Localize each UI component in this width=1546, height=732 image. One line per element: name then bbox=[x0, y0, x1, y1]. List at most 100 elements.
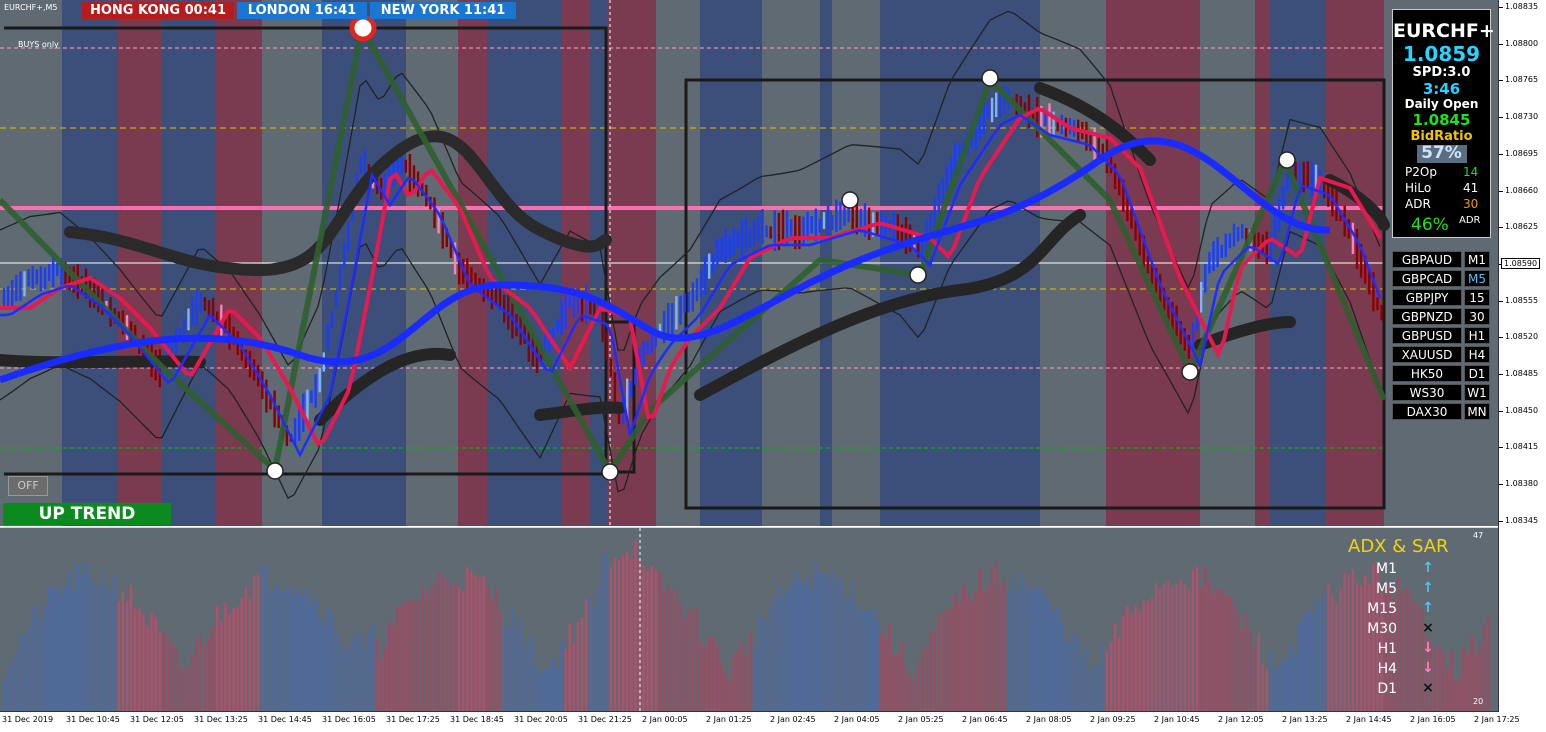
time-tick-label: 2 Jan 01:25 bbox=[706, 715, 752, 724]
arrow-up-icon: ↑ bbox=[1422, 580, 1434, 596]
info-price: 1.0859 bbox=[1402, 42, 1481, 66]
time-tick-label: 2 Jan 09:25 bbox=[1090, 715, 1136, 724]
arrow-down-icon: ↓ bbox=[1422, 660, 1434, 676]
time-tick-label: 2 Jan 10:45 bbox=[1154, 715, 1200, 724]
info-adr-small: ADR bbox=[1459, 215, 1481, 226]
time-tick-label: 31 Dec 13:25 bbox=[194, 715, 248, 724]
pair-row: HK50 D1 bbox=[1392, 365, 1490, 382]
time-tick-label: 31 Dec 14:45 bbox=[258, 715, 312, 724]
pair-row: GBPNZD 30 bbox=[1392, 308, 1490, 325]
timeframe-button-d1[interactable]: D1 bbox=[1464, 365, 1490, 382]
main-chart[interactable]: EURCHF+,M5 HONG KONG 00:41 LONDON 16:41 … bbox=[0, 0, 1498, 526]
price-tick bbox=[1499, 447, 1503, 449]
adx-subwindow[interactable]: 47 20 ADX & SAR M1 ↑ M5 ↑ M15 ↑ M30 × H1… bbox=[0, 527, 1498, 712]
info-p2op: 14 bbox=[1463, 165, 1479, 179]
pivot-marker-high bbox=[349, 14, 377, 42]
pair-button-gbpaud[interactable]: GBPAUD bbox=[1392, 251, 1462, 268]
pair-row: GBPCAD M5 bbox=[1392, 270, 1490, 287]
pair-button-ws30[interactable]: WS30 bbox=[1392, 384, 1462, 401]
price-tick bbox=[1499, 484, 1503, 486]
pair-button-gbpjpy[interactable]: GBPJPY bbox=[1392, 289, 1462, 306]
timeframe-button-w1[interactable]: W1 bbox=[1464, 384, 1490, 401]
timeframe-button-m1[interactable]: M1 bbox=[1464, 251, 1490, 268]
price-tick-label: 1.08485 bbox=[1505, 369, 1539, 378]
info-spread: SPD:3.0 bbox=[1412, 65, 1471, 80]
info-bid-ratio-label: BidRatio bbox=[1410, 129, 1473, 144]
price-tick-label: 1.08345 bbox=[1505, 515, 1539, 525]
time-tick-label: 2 Jan 00:05 bbox=[642, 715, 688, 724]
timeframe-button-m5[interactable]: M5 bbox=[1464, 270, 1490, 287]
adx-tf-m5: M5 bbox=[1376, 581, 1397, 597]
price-tick bbox=[1499, 43, 1503, 45]
time-tick-label: 2 Jan 16:05 bbox=[1410, 715, 1456, 724]
adx-sar-panel: ADX & SAR M1 ↑ M5 ↑ M15 ↑ M30 × H1 ↓ H4 … bbox=[1340, 536, 1490, 706]
time-tick-label: 2 Jan 17:25 bbox=[1474, 715, 1520, 724]
time-tick-label: 31 Dec 2019 bbox=[2, 715, 54, 724]
zigzag-line bbox=[0, 25, 1387, 475]
price-tick bbox=[1499, 300, 1503, 302]
price-tick-label: 1.08800 bbox=[1505, 38, 1539, 48]
pair-button-xauusd[interactable]: XAUUSD bbox=[1392, 346, 1462, 363]
off-button[interactable]: OFF bbox=[8, 476, 48, 496]
timeframe-button-15[interactable]: 15 bbox=[1464, 289, 1490, 306]
info-hilo: 41 bbox=[1463, 181, 1479, 195]
session-hong-kong: HONG KONG 00:41 bbox=[82, 2, 234, 19]
time-tick-label: 2 Jan 13:25 bbox=[1282, 715, 1328, 724]
pair-button-hk50[interactable]: HK50 bbox=[1392, 365, 1462, 382]
pivot-marker bbox=[266, 462, 284, 480]
pivot-marker bbox=[909, 266, 927, 284]
adx-tf-m15: M15 bbox=[1367, 601, 1397, 617]
price-tick-label: 1.08380 bbox=[1505, 479, 1539, 489]
session-new-york: NEW YORK 11:41 bbox=[370, 2, 516, 19]
time-tick-label: 2 Jan 02:45 bbox=[770, 715, 816, 724]
timeframe-button-mn[interactable]: MN bbox=[1464, 403, 1490, 420]
info-pair: EURCHF+ bbox=[1393, 20, 1495, 42]
pair-row: XAUUSD H4 bbox=[1392, 346, 1490, 363]
time-tick-label: 2 Jan 05:25 bbox=[898, 715, 944, 724]
arrow-down-icon: ↓ bbox=[1422, 640, 1434, 656]
pivot-marker bbox=[1181, 363, 1199, 381]
adx-tf-m1: M1 bbox=[1376, 561, 1397, 577]
time-tick-label: 2 Jan 12:05 bbox=[1218, 715, 1264, 724]
pair-button-gbpusd[interactable]: GBPUSD bbox=[1392, 327, 1462, 344]
symbol-label: EURCHF+,M5 bbox=[4, 3, 58, 12]
pair-button-gbpnzd[interactable]: GBPNZD bbox=[1392, 308, 1462, 325]
price-chart-svg bbox=[0, 0, 1390, 526]
pair-button-gbpcad[interactable]: GBPCAD bbox=[1392, 270, 1462, 287]
info-p2op-label: P2Op bbox=[1405, 165, 1437, 179]
price-axis[interactable]: 1.08835 1.08800 1.08765 1.08730 1.08695 1.086… bbox=[1498, 0, 1546, 712]
price-tick bbox=[1499, 410, 1503, 412]
red-ma bbox=[0, 106, 1382, 447]
timeframe-button-30[interactable]: 30 bbox=[1464, 308, 1490, 325]
timeframe-button-h1[interactable]: H1 bbox=[1464, 327, 1490, 344]
pair-button-dax30[interactable]: DAX30 bbox=[1392, 403, 1462, 420]
price-tick-label: 1.08625 bbox=[1505, 222, 1539, 232]
price-tick-label: 1.08835 bbox=[1505, 2, 1539, 11]
time-tick-label: 2 Jan 06:45 bbox=[962, 715, 1008, 724]
histogram-svg bbox=[2, 528, 1490, 712]
price-tick-label: 1.08695 bbox=[1505, 148, 1539, 158]
pair-row: GBPAUD M1 bbox=[1392, 251, 1490, 268]
timeframe-button-h4[interactable]: H4 bbox=[1464, 346, 1490, 363]
pair-row: WS30 W1 bbox=[1392, 384, 1490, 401]
price-tick-label: 1.08765 bbox=[1505, 75, 1539, 85]
range-box bbox=[4, 26, 608, 476]
price-tick bbox=[1499, 7, 1503, 8]
adx-tf-h4: H4 bbox=[1377, 661, 1397, 677]
info-daily-open-label: Daily Open bbox=[1404, 97, 1479, 111]
info-timer: 3:46 bbox=[1422, 80, 1461, 98]
adx-tf-h1: H1 bbox=[1377, 641, 1397, 657]
adx-tf-m30: M30 bbox=[1367, 621, 1397, 637]
time-axis[interactable]: 31 Dec 2019 31 Dec 10:45 31 Dec 12:05 31 De… bbox=[0, 711, 1520, 732]
time-tick-label: 2 Jan 04:05 bbox=[834, 715, 880, 724]
price-tick bbox=[1499, 337, 1503, 339]
time-tick-label: 31 Dec 21:25 bbox=[578, 715, 632, 724]
info-bid-ratio: 57% bbox=[1421, 143, 1462, 163]
price-tick-label: 1.08555 bbox=[1505, 295, 1539, 305]
price-tick bbox=[1499, 80, 1503, 82]
time-tick-label: 31 Dec 17:25 bbox=[386, 715, 440, 724]
price-tick-label: 1.08415 bbox=[1505, 442, 1539, 452]
info-adr-label: ADR bbox=[1405, 197, 1431, 211]
pair-row: GBPUSD H1 bbox=[1392, 327, 1490, 344]
pair-row: GBPJPY 15 bbox=[1392, 289, 1490, 306]
